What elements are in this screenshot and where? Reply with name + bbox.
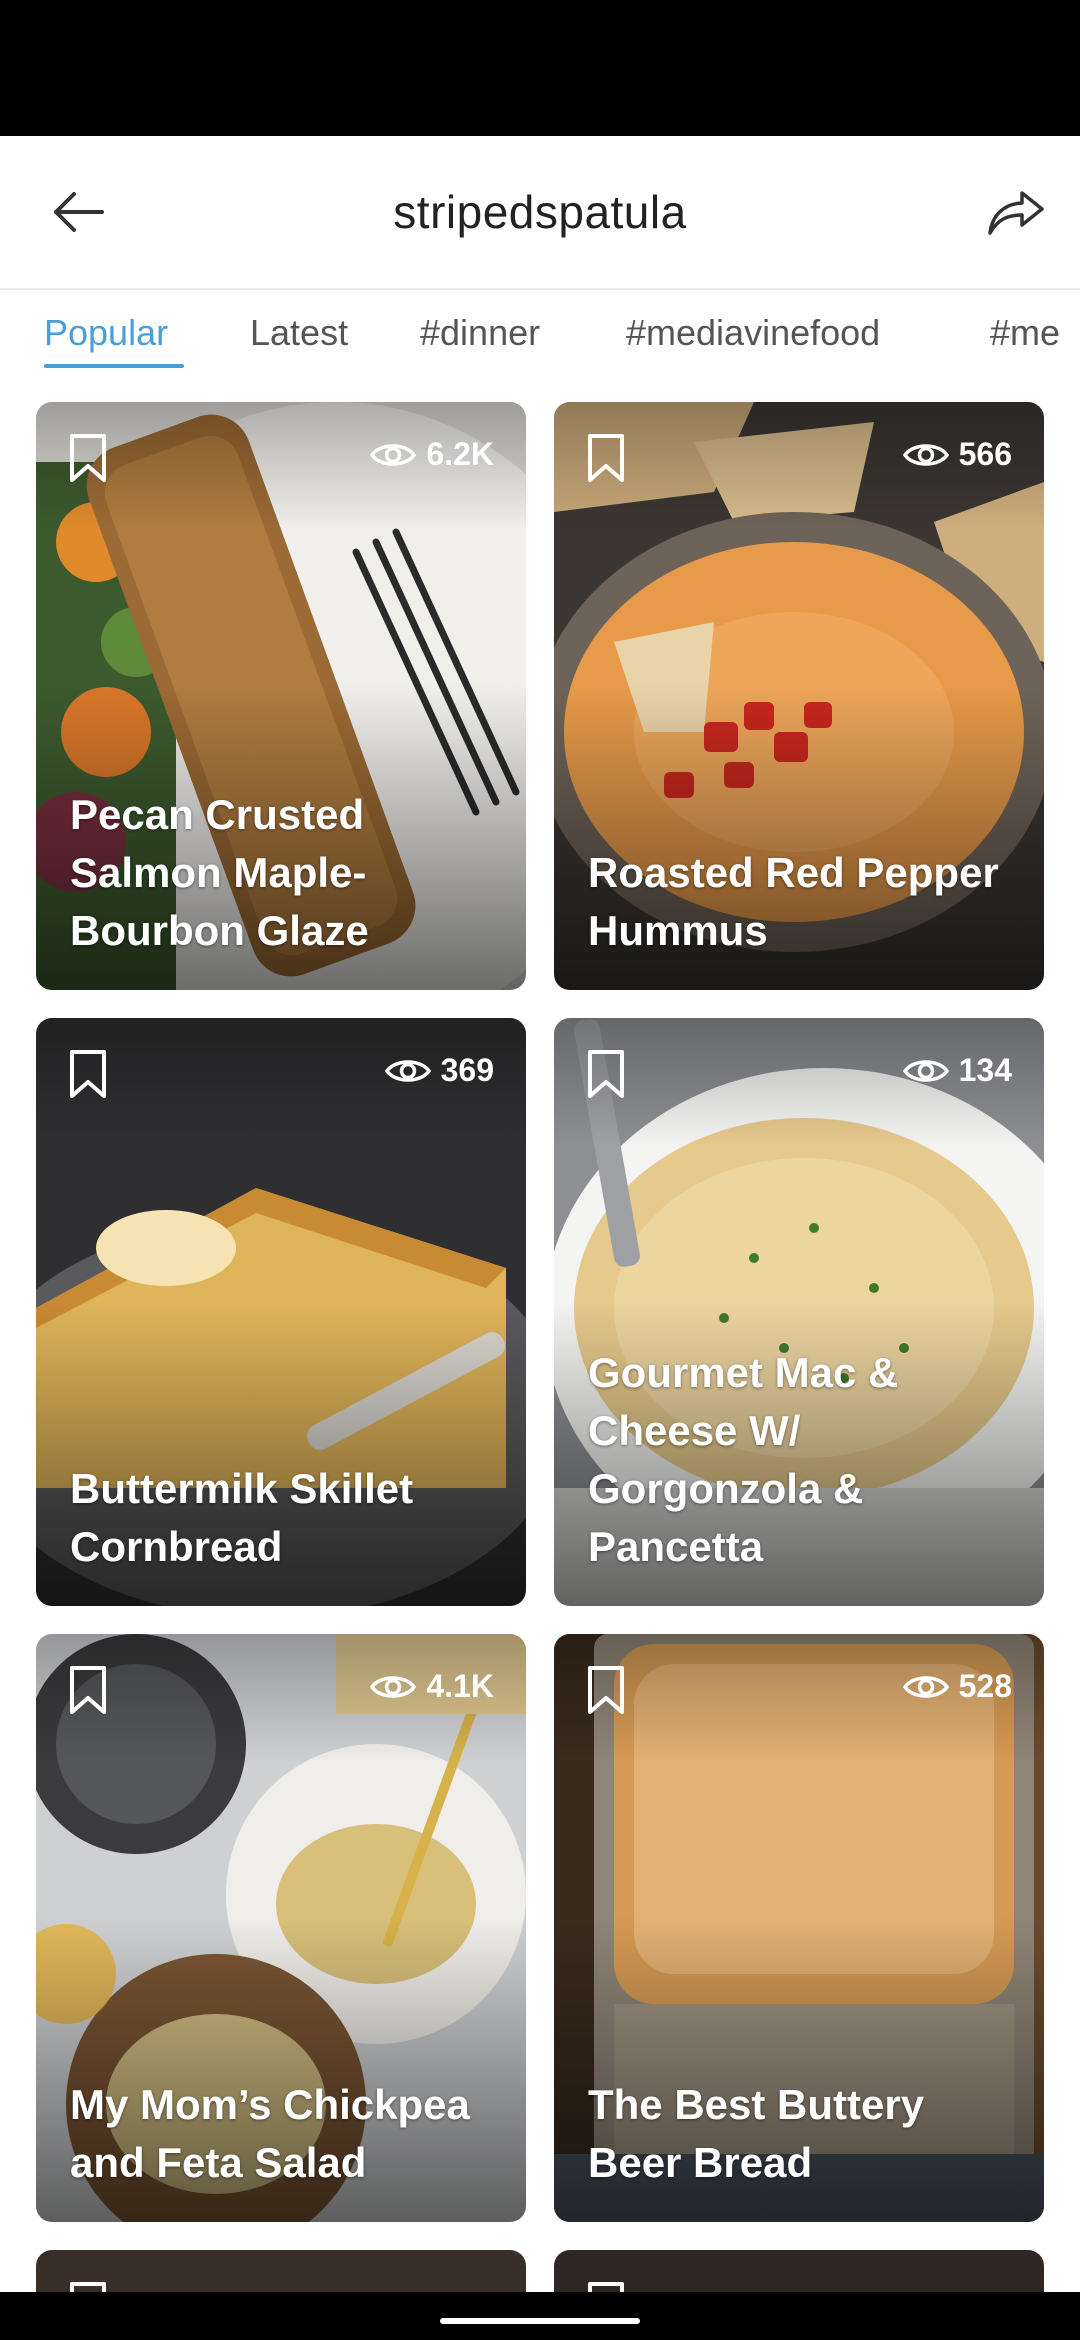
eye-icon [902,1675,949,1698]
recipe-title: Gourmet Mac & Cheese W/ Gorgonzola & Pan… [588,1349,899,1570]
recipe-card[interactable]: 528 The Best Buttery Beer Bread [554,1634,1044,2222]
view-count: 566 [902,436,1012,473]
view-count: 4.1K [370,1668,494,1705]
app-header: stripedspatula [0,136,1080,290]
view-count-value: 528 [958,1668,1012,1704]
recipe-card[interactable]: 566 Roasted Red Pepper Hummus [554,402,1044,990]
tab-popular[interactable]: Popular [44,312,168,354]
tab-bar: Popular Latest #dinner #mediavinefood #m… [0,290,1080,386]
eye-icon [902,443,949,466]
view-count: 528 [902,1668,1012,1705]
recipe-title: The Best Buttery Beer Bread [588,2081,925,2186]
status-bar [0,0,1080,136]
recipe-title: My Mom’s Chickpea and Feta Salad [70,2081,470,2186]
view-count-value: 134 [958,1052,1012,1088]
eye-icon [902,1059,949,1082]
eye-icon [370,1675,417,1698]
view-count-value: 4.1K [426,1668,494,1704]
tab-dinner[interactable]: #dinner [420,312,540,354]
arrow-left-icon [54,192,104,232]
tab-latest[interactable]: Latest [250,312,348,354]
bookmark-icon[interactable] [66,432,110,484]
tab-me[interactable]: #me [990,312,1060,354]
bookmark-icon[interactable] [584,432,628,484]
bookmark-icon[interactable] [66,1048,110,1100]
back-button[interactable] [40,174,116,250]
page-title: stripedspatula [393,186,687,238]
recipe-title: Roasted Red Pepper Hummus [588,849,999,954]
share-arrow-icon [988,191,1044,235]
bookmark-icon[interactable] [584,1048,628,1100]
view-count: 6.2K [370,436,494,473]
share-button[interactable] [976,172,1056,252]
view-count-value: 369 [440,1052,494,1088]
eye-icon [370,443,417,466]
recipe-title: Buttermilk Skillet Cornbread [70,1465,414,1570]
system-navigation-bar [0,2292,1080,2340]
view-count-value: 566 [958,436,1012,472]
eye-icon [384,1059,431,1082]
recipe-card[interactable]: 369 Buttermilk Skillet Cornbread [36,1018,526,1606]
bookmark-icon[interactable] [584,1664,628,1716]
view-count: 369 [384,1052,494,1089]
recipe-card[interactable]: 6.2K Pecan Crusted Salmon Maple-Bourbon … [36,402,526,990]
view-count: 134 [902,1052,1012,1089]
recipe-title: Pecan Crusted Salmon Maple-Bourbon Glaze [70,791,369,954]
view-count-value: 6.2K [426,436,494,472]
recipe-grid: 6.2K Pecan Crusted Salmon Maple-Bourbon … [0,402,1080,2302]
home-indicator[interactable] [440,2318,640,2324]
bookmark-icon[interactable] [66,1664,110,1716]
tab-mediavinefood[interactable]: #mediavinefood [626,312,880,354]
recipe-card[interactable]: 134 Gourmet Mac & Cheese W/ Gorgonzola &… [554,1018,1044,1606]
recipe-card[interactable]: 4.1K My Mom’s Chickpea and Feta Salad [36,1634,526,2222]
active-tab-indicator [44,364,184,368]
